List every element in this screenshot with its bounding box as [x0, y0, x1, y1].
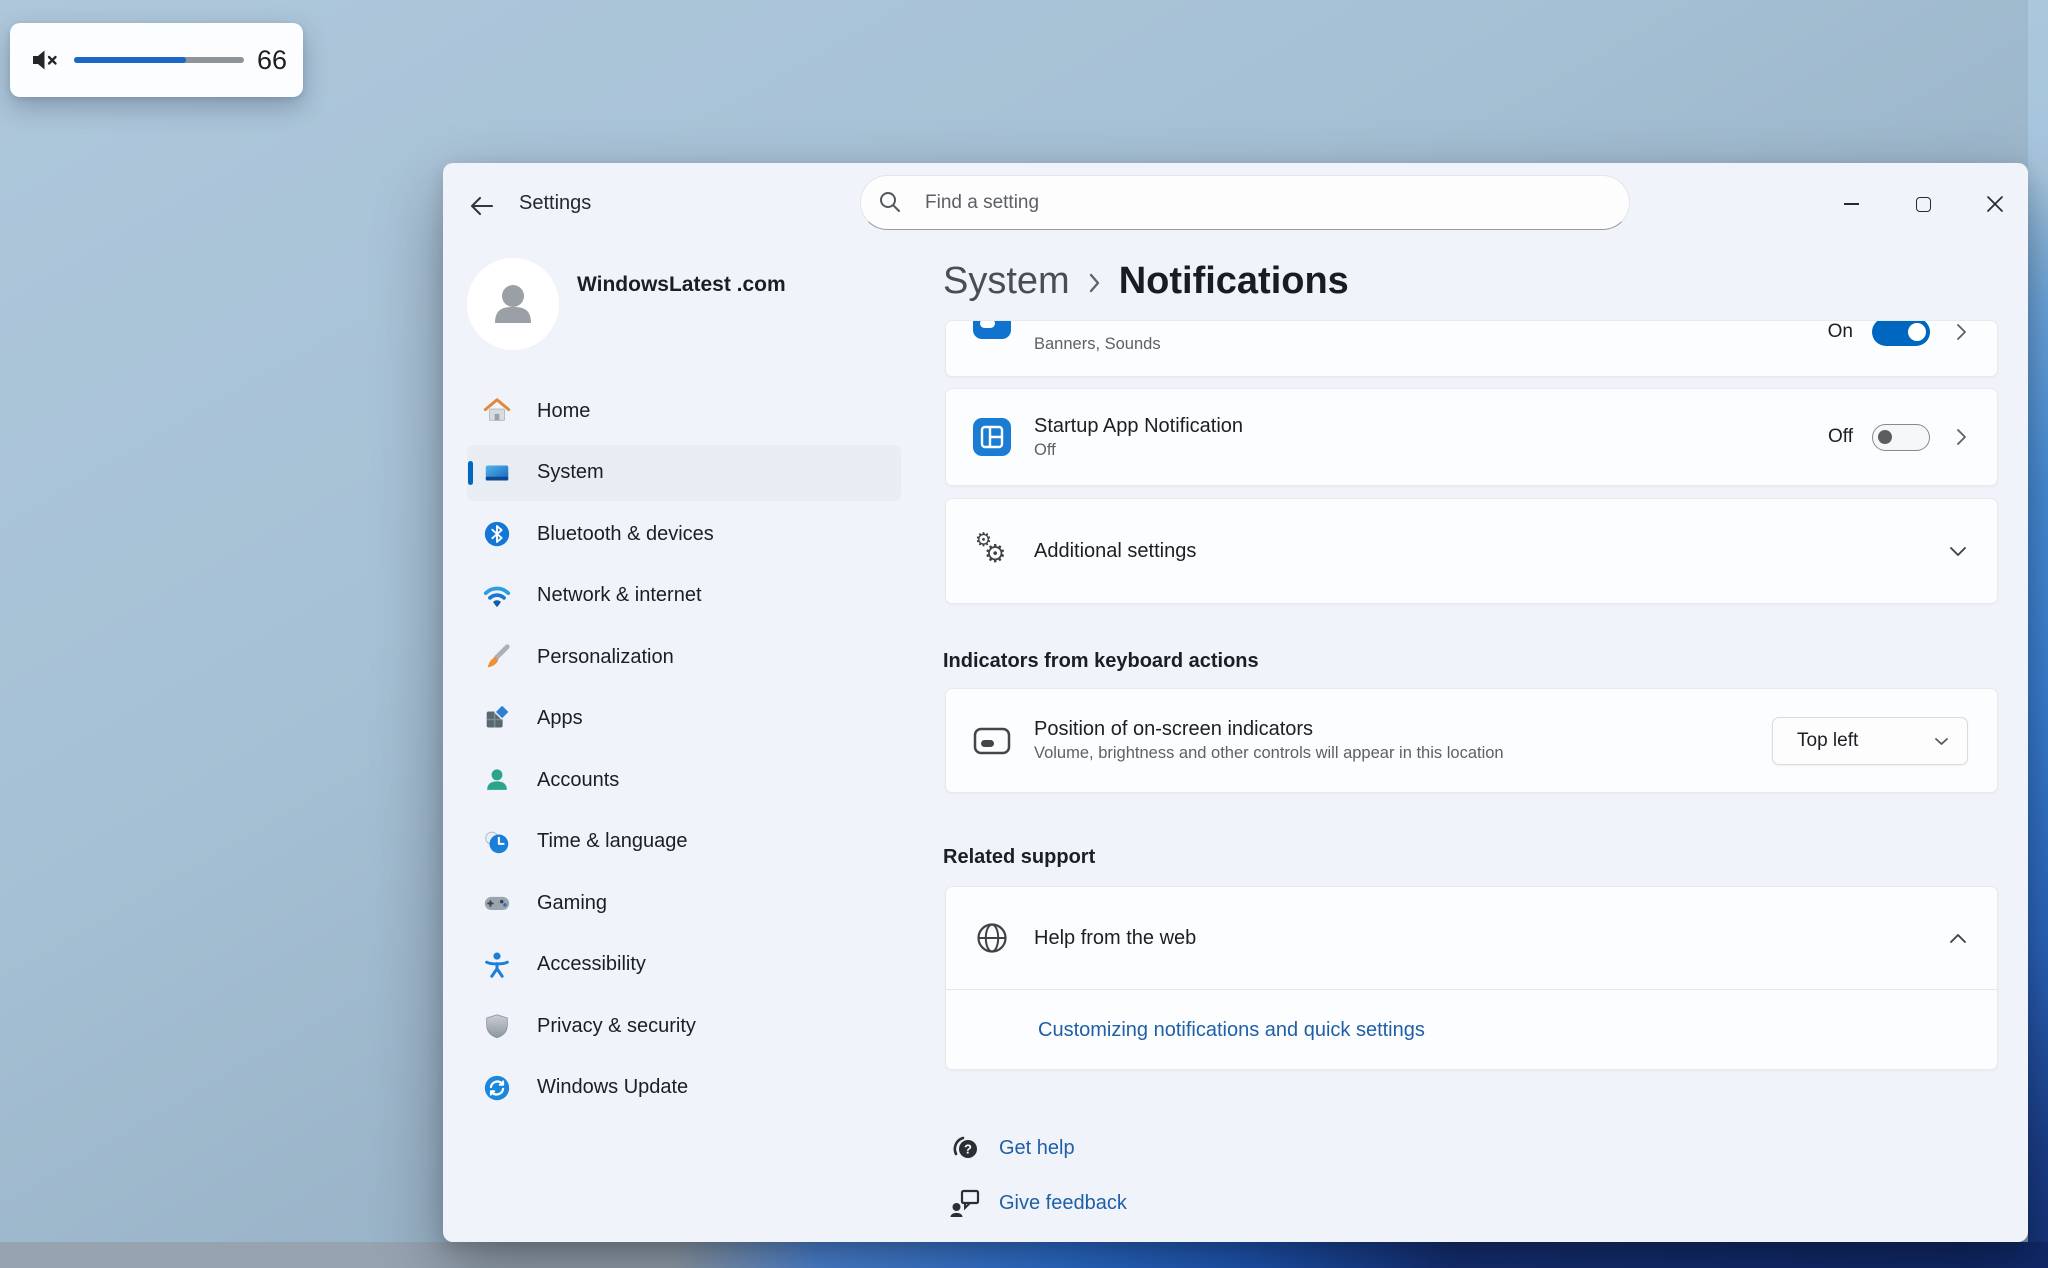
give-feedback-link[interactable]: Give feedback	[999, 1192, 1127, 1215]
clock-globe-icon	[481, 826, 513, 858]
toggle-knob	[1878, 430, 1892, 444]
position-title: Position of on-screen indicators	[1034, 718, 1504, 741]
toggle-state-label: Off	[1828, 426, 1853, 448]
person-silhouette-icon	[485, 276, 541, 332]
sidebar-item-system[interactable]: System	[467, 445, 901, 501]
speaker-muted-icon[interactable]	[30, 45, 60, 75]
windows-update-icon	[481, 1072, 513, 1104]
help-from-web-row[interactable]: Help from the web	[946, 887, 1997, 989]
page-title: Notifications	[1119, 260, 1349, 303]
main-content: System Notifications Banners, Sounds On	[943, 163, 2028, 1242]
notifications-subtitle: Banners, Sounds	[1034, 335, 1161, 354]
sidebar-item-bluetooth-devices[interactable]: Bluetooth & devices	[467, 506, 901, 562]
sidebar-item-accounts[interactable]: Accounts	[467, 752, 901, 808]
position-subtitle: Volume, brightness and other controls wi…	[1034, 744, 1504, 763]
help-from-web-card: Help from the web Customizing notificati…	[945, 886, 1998, 1070]
chevron-down-icon	[1949, 546, 1967, 557]
sidebar-item-windows-update[interactable]: Windows Update	[467, 1060, 901, 1116]
sidebar-nav: Home System Bluetooth & dev	[443, 383, 943, 1116]
volume-osd-flyout: 66	[10, 23, 303, 97]
notifications-row[interactable]: Banners, Sounds On	[945, 320, 1998, 377]
sidebar-item-network-internet[interactable]: Network & internet	[467, 568, 901, 624]
bluetooth-icon	[481, 518, 513, 550]
wallpaper-bottom-edge	[0, 1242, 2048, 1268]
toggle-state-label: On	[1828, 321, 1853, 343]
additional-settings-title: Additional settings	[1034, 540, 1196, 563]
breadcrumb: System Notifications	[943, 255, 1349, 307]
shield-icon	[481, 1010, 513, 1042]
back-arrow-icon	[469, 195, 495, 217]
customizing-notifications-link[interactable]: Customizing notifications and quick sett…	[1038, 1019, 1425, 1042]
wifi-icon	[481, 580, 513, 612]
game-controller-icon	[481, 887, 513, 919]
position-indicators-row: Position of on-screen indicators Volume,…	[945, 688, 1998, 793]
sidebar-item-accessibility[interactable]: Accessibility	[467, 937, 901, 993]
startup-app-notification-row[interactable]: Startup App Notification Off Off	[945, 388, 1998, 486]
sidebar-item-home[interactable]: Home	[467, 383, 901, 439]
notifications-toggle[interactable]	[1872, 320, 1930, 346]
accounts-icon	[481, 764, 513, 796]
globe-icon	[972, 918, 1012, 958]
wallpaper-right-edge	[2028, 0, 2048, 1268]
sidebar-item-personalization[interactable]: Personalization	[467, 629, 901, 685]
volume-value: 66	[257, 45, 287, 76]
search-icon	[877, 189, 903, 220]
indicators-section-header: Indicators from keyboard actions	[943, 650, 1259, 673]
position-dropdown[interactable]: Top left	[1772, 717, 1968, 765]
help-from-web-title: Help from the web	[1034, 927, 1196, 950]
give-feedback-row[interactable]: Give feedback	[947, 1187, 1127, 1219]
related-support-section-header: Related support	[943, 846, 1095, 869]
user-name: WindowsLatest .com	[577, 273, 786, 297]
startup-toggle[interactable]	[1872, 424, 1930, 451]
position-dropdown-value: Top left	[1797, 730, 1858, 752]
apps-icon	[481, 703, 513, 735]
chevron-right-icon	[1088, 272, 1101, 294]
on-screen-indicator-icon	[972, 721, 1012, 761]
selection-indicator	[468, 461, 473, 485]
sidebar-item-gaming[interactable]: Gaming	[467, 875, 901, 931]
accessibility-person-icon	[481, 949, 513, 981]
paintbrush-icon	[481, 641, 513, 673]
volume-slider[interactable]	[74, 57, 244, 63]
sidebar-item-apps[interactable]: Apps	[467, 691, 901, 747]
avatar[interactable]	[467, 258, 559, 350]
sidebar-item-time-language[interactable]: Time & language	[467, 814, 901, 870]
get-help-icon: ?	[947, 1132, 985, 1164]
window-title: Settings	[519, 192, 591, 215]
system-icon	[481, 457, 513, 489]
give-feedback-icon	[947, 1187, 985, 1219]
startup-title: Startup App Notification	[1034, 415, 1243, 438]
get-help-row[interactable]: ? Get help	[947, 1132, 1075, 1164]
sidebar-item-privacy-security[interactable]: Privacy & security	[467, 998, 901, 1054]
gears-icon: ⚙⚙	[972, 531, 1012, 571]
startup-app-icon	[972, 417, 1012, 457]
settings-window: Settings WindowsLatest .com	[443, 163, 2028, 1242]
additional-settings-row[interactable]: ⚙⚙ Additional settings	[945, 498, 1998, 604]
toggle-knob	[1908, 323, 1926, 341]
startup-subtitle: Off	[1034, 441, 1243, 460]
home-icon	[481, 395, 513, 427]
chevron-up-icon	[1949, 933, 1967, 944]
chevron-down-icon	[1934, 737, 1949, 746]
notifications-icon	[972, 320, 1012, 340]
chevron-right-icon	[1956, 323, 1967, 341]
volume-slider-fill	[74, 57, 186, 63]
get-help-link[interactable]: Get help	[999, 1137, 1075, 1160]
chevron-right-icon	[1956, 428, 1967, 446]
back-button[interactable]	[461, 187, 503, 225]
svg-text:?: ?	[964, 1142, 972, 1157]
breadcrumb-parent[interactable]: System	[943, 260, 1070, 303]
